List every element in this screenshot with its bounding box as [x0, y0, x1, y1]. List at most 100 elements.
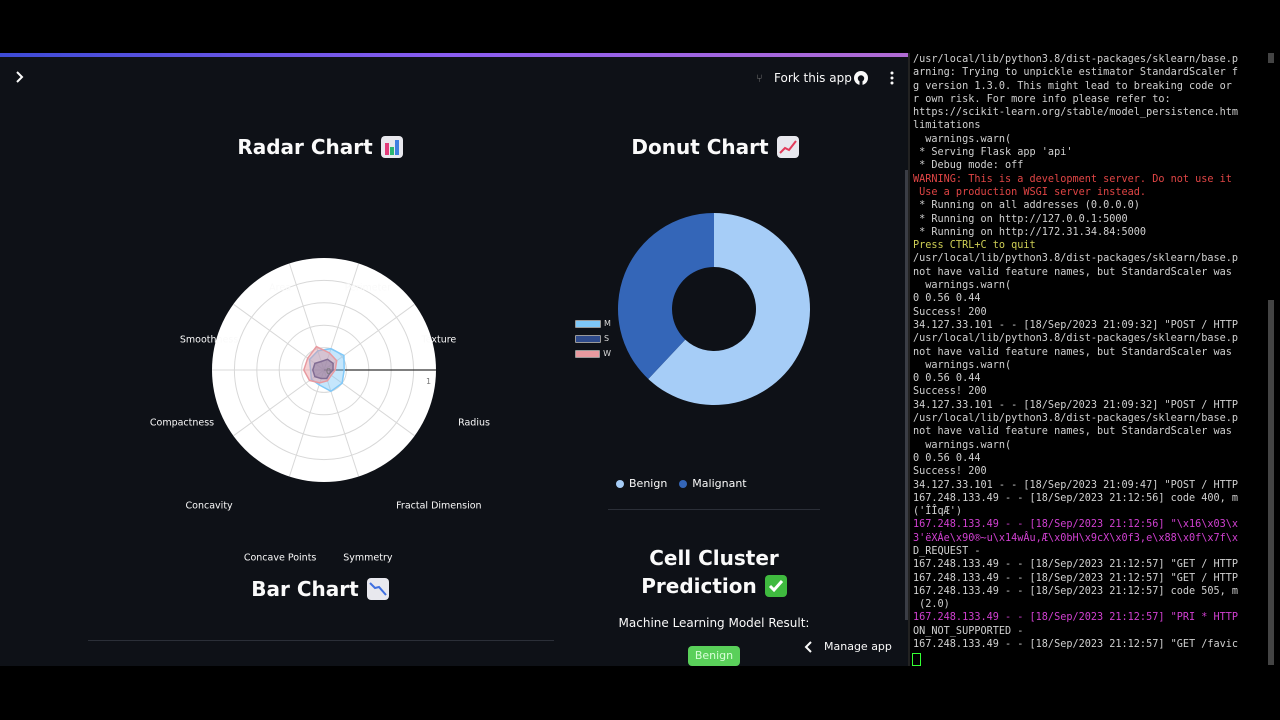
radar-axis-label: Fractal Dimension	[396, 500, 482, 512]
donut-chart-heading: Donut Chart	[590, 133, 840, 161]
terminal-line: https://scikit-learn.org/stable/model_pe…	[913, 107, 1239, 119]
radar-tick-label: 1	[426, 377, 431, 386]
radar-axis-label: Radius	[458, 417, 490, 429]
donut-legend: Benign Malignant	[616, 477, 747, 490]
terminal-line: /usr/local/lib/python3.8/dist-packages/s…	[913, 333, 1239, 345]
terminal-scrollbar[interactable]	[1268, 300, 1274, 665]
prediction-heading-line1: Cell Cluster	[610, 545, 818, 571]
chevron-right-icon	[16, 71, 24, 83]
prediction-title: Cell Cluster	[649, 546, 779, 570]
terminal-line: 34.127.33.101 - - [18/Sep/2023 21:09:32]…	[913, 319, 1239, 331]
radar-chart: 01	[212, 258, 436, 482]
terminal-line: g version 1.3.0. This might lead to brea…	[913, 80, 1232, 92]
radar-axis-label: Concavity	[185, 500, 233, 512]
chart-decreasing-emoji-icon	[366, 578, 389, 600]
bar-chart-title: Bar Chart	[251, 577, 359, 601]
result-badge: Benign	[688, 646, 740, 666]
terminal-line: 167.248.133.49 - - [18/Sep/2023 21:12:57…	[913, 639, 1239, 651]
radar-legend: MSW	[575, 316, 611, 360]
radar-legend-item[interactable]: W	[575, 346, 611, 361]
radar-axis-label: Concave Points	[243, 552, 317, 564]
screen: ⑂ Fork this app Radar Chart 01 Radius Te…	[0, 0, 1280, 720]
divider	[608, 509, 820, 510]
terminal-line: 167.248.133.49 - - [18/Sep/2023 21:12:57…	[913, 585, 1239, 597]
terminal-line: * Running on http://127.0.0.1:5000	[913, 213, 1128, 225]
terminal-line: 167.248.133.49 - - [18/Sep/2023 21:12:57…	[913, 559, 1239, 571]
legend-swatch	[575, 349, 601, 358]
app-header-accent-bar	[0, 53, 908, 57]
streamlit-app-window: ⑂ Fork this app Radar Chart 01 Radius Te…	[0, 53, 908, 666]
terminal-line: * Running on all addresses (0.0.0.0)	[913, 200, 1140, 212]
radar-axis-label: Symmetry	[343, 552, 393, 564]
check-mark-emoji-icon	[764, 575, 787, 597]
fork-app-button[interactable]: ⑂ Fork this app	[756, 71, 852, 85]
terminal-cursor	[912, 653, 921, 666]
terminal-line: * Debug mode: off	[913, 160, 1024, 172]
terminal-line: warnings.warn(	[913, 133, 1012, 145]
legend-label: Benign	[629, 477, 668, 490]
terminal-line: WARNING: This is a development server. D…	[913, 173, 1232, 185]
terminal-line: Use a production WSGI server instead.	[913, 186, 1147, 198]
radar-axis-label: Perimeter	[344, 282, 392, 294]
legend-label: S	[604, 334, 610, 343]
legend-swatch	[575, 334, 601, 343]
terminal-line: Success! 200	[913, 306, 987, 318]
terminal-line: 167.248.133.49 - - [18/Sep/2023 21:12:57…	[913, 612, 1239, 624]
terminal-line: ('ÎÎqÆ')	[913, 506, 963, 518]
radar-axis-label: Smoothness	[179, 334, 239, 346]
terminal-line: D_REQUEST -	[913, 545, 981, 557]
terminal-output: /usr/local/lib/python3.8/dist-packages/s…	[913, 53, 1238, 651]
manage-app-button[interactable]: Manage app	[804, 640, 892, 653]
terminal-line: 34.127.33.101 - - [18/Sep/2023 21:09:47]…	[913, 479, 1239, 491]
terminal-line: (2.0)	[913, 599, 950, 611]
radar-tick-label: 0	[326, 367, 331, 376]
chart-increasing-emoji-icon	[776, 136, 799, 158]
legend-label: M	[604, 319, 611, 328]
terminal-line: /usr/local/lib/python3.8/dist-packages/s…	[913, 253, 1239, 265]
terminal-window[interactable]: /usr/local/lib/python3.8/dist-packages/s…	[908, 53, 1268, 666]
terminal-line: warnings.warn(	[913, 439, 1012, 451]
bar-chart-emoji-icon	[380, 136, 403, 158]
bar-chart-heading: Bar Chart	[200, 575, 440, 603]
radar-axis-label: Area	[269, 282, 292, 294]
terminal-line: 3'ëXÁe\x90®~u\x14wÂu,Æ\x0bH\x9cX\x0f3,e\…	[913, 532, 1239, 544]
terminal-line: Success! 200	[913, 386, 987, 398]
github-icon[interactable]	[853, 70, 869, 86]
terminal-line: 167.248.133.49 - - [18/Sep/2023 21:12:56…	[913, 492, 1239, 504]
radar-legend-item[interactable]: M	[575, 316, 611, 331]
terminal-line: r own risk. For more info please refer t…	[913, 93, 1171, 105]
prediction-heading-line2: Prediction	[610, 572, 818, 600]
terminal-line: 34.127.33.101 - - [18/Sep/2023 21:09:32]…	[913, 399, 1239, 411]
terminal-line: 0 0.56 0.44	[913, 293, 981, 305]
more-menu-icon[interactable]	[886, 70, 898, 86]
legend-item-malignant[interactable]: Malignant	[679, 477, 747, 490]
legend-item-benign[interactable]: Benign	[616, 477, 667, 490]
terminal-line: not have valid feature names, but Standa…	[913, 266, 1232, 278]
terminal-scrollbar-top[interactable]	[1268, 53, 1274, 63]
donut-chart-title: Donut Chart	[631, 135, 769, 159]
terminal-line: Press CTRL+C to quit	[913, 240, 1036, 252]
divider	[88, 640, 554, 641]
radar-chart-title: Radar Chart	[237, 135, 373, 159]
terminal-line: arning: Trying to unpickle estimator Sta…	[913, 67, 1239, 79]
radar-legend-item[interactable]: S	[575, 331, 611, 346]
legend-dot	[679, 479, 688, 488]
radar-axis-label: Texture	[421, 334, 457, 346]
radar-chart-heading: Radar Chart	[200, 133, 440, 161]
terminal-line: Success! 200	[913, 466, 987, 478]
terminal-line: 0 0.56 0.44	[913, 452, 981, 464]
prediction-title: Prediction	[641, 574, 757, 598]
chevron-left-icon	[804, 640, 812, 653]
terminal-line: 0 0.56 0.44	[913, 373, 981, 385]
terminal-line: limitations	[913, 120, 981, 132]
terminal-line: 167.248.133.49 - - [18/Sep/2023 21:12:57…	[913, 572, 1239, 584]
fork-icon: ⑂	[756, 72, 763, 85]
expand-sidebar-button[interactable]	[12, 69, 28, 85]
terminal-line: 167.248.133.49 - - [18/Sep/2023 21:12:56…	[913, 519, 1239, 531]
terminal-line: /usr/local/lib/python3.8/dist-packages/s…	[913, 413, 1239, 425]
terminal-line: * Serving Flask app 'api'	[913, 147, 1073, 159]
terminal-line: not have valid feature names, but Standa…	[913, 346, 1232, 358]
terminal-line: not have valid feature names, but Standa…	[913, 426, 1232, 438]
donut-chart	[618, 213, 810, 405]
radar-axis-label: Compactness	[149, 417, 215, 429]
